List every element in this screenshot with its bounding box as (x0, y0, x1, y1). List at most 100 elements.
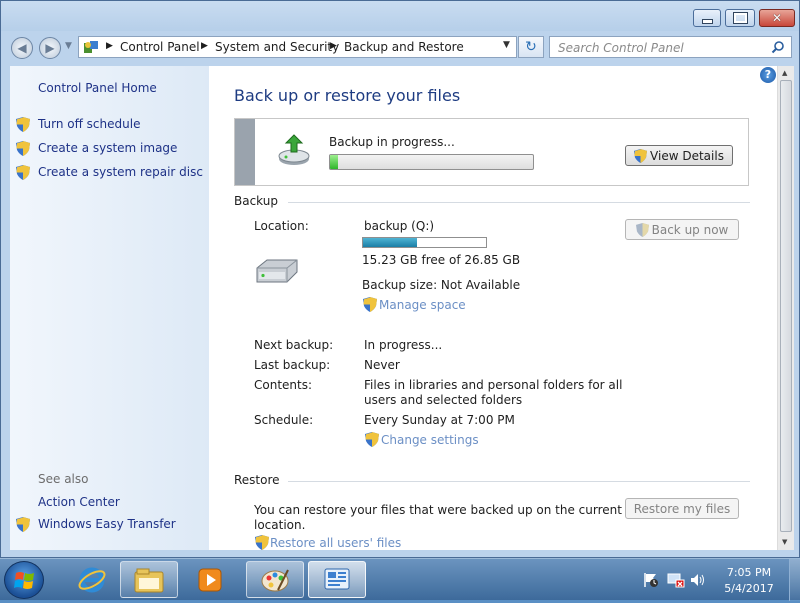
clock-time[interactable]: 7:05 PM (714, 566, 784, 579)
sidebar-item-windows-easy-transfer[interactable]: Windows Easy Transfer (38, 517, 176, 531)
back-button[interactable]: ◀ (11, 37, 33, 59)
restore-all-users-files-link[interactable]: Restore all users' files (270, 536, 401, 550)
maximize-button[interactable] (725, 9, 755, 27)
address-bar[interactable]: ▶ Control Panel ▶ System and Security ▶ … (78, 36, 517, 58)
sidebar: Control Panel Home Turn off schedule Cre… (10, 66, 209, 550)
minimize-button[interactable] (693, 9, 721, 27)
minimize-icon (701, 18, 713, 24)
backup-progress-fill (330, 155, 339, 169)
back-up-now-label: Back up now (651, 222, 729, 237)
backup-progress-panel: Backup in progress... View Details (234, 118, 749, 186)
scroll-down-arrow-icon[interactable]: ▼ (782, 538, 787, 546)
location-value: backup (Q:) (364, 219, 435, 233)
schedule-label: Schedule: (254, 413, 314, 427)
main-content: ? Back up or restore your files Backup i… (209, 66, 777, 550)
backup-drive-icon (278, 134, 310, 165)
backup-section-heading: Backup (234, 194, 278, 208)
view-details-button[interactable]: View Details (625, 145, 733, 166)
backup-status-text: Backup in progress... (329, 135, 455, 149)
windows-logo-icon (14, 572, 34, 589)
forward-arrow-icon: ▶ (45, 41, 55, 55)
recent-pages-chevron-down-icon[interactable]: ▼ (65, 41, 72, 51)
restore-section-heading: Restore (234, 473, 280, 487)
maximize-icon (732, 12, 748, 24)
restore-text-line2: location. (254, 518, 306, 532)
last-backup-value: Never (364, 358, 400, 372)
breadcrumb-backup-and-restore[interactable]: Backup and Restore (344, 40, 464, 54)
manage-space-link[interactable]: Manage space (379, 298, 466, 312)
network-icon[interactable] (667, 572, 685, 588)
breadcrumb-arrow-icon[interactable]: ▶ (201, 41, 208, 51)
taskbar-control-panel[interactable] (308, 561, 366, 598)
control-panel-icon (324, 568, 350, 589)
windows-explorer-icon (134, 568, 164, 592)
next-backup-value: In progress... (364, 338, 443, 352)
volume-icon[interactable] (690, 572, 706, 588)
breadcrumb-arrow-icon[interactable]: ▶ (330, 41, 337, 51)
next-backup-label: Next backup: (254, 338, 334, 352)
shield-icon (16, 117, 30, 132)
search-icon[interactable] (771, 40, 785, 54)
show-desktop-button[interactable] (789, 559, 800, 601)
sidebar-item-action-center[interactable]: Action Center (38, 495, 120, 509)
refresh-button[interactable]: ↻ (518, 36, 544, 58)
drive-usage-fill (363, 238, 418, 247)
scrollbar-thumb[interactable] (780, 80, 792, 532)
drive-usage-bar (362, 237, 487, 248)
action-center-flag-icon[interactable] (643, 572, 659, 588)
search-box (549, 36, 792, 59)
refresh-icon: ↻ (525, 39, 537, 55)
restore-my-files-button[interactable]: Restore my files (625, 498, 739, 519)
last-backup-label: Last backup: (254, 358, 331, 372)
start-button[interactable] (4, 561, 44, 599)
close-button[interactable]: ✕ (759, 9, 795, 27)
address-dropdown-chevron-down-icon[interactable]: ▼ (503, 40, 510, 50)
shield-icon (634, 148, 648, 163)
scroll-up-arrow-icon[interactable]: ▲ (782, 69, 787, 77)
schedule-value: Every Sunday at 7:00 PM (364, 413, 515, 427)
hard-drive-icon (256, 259, 298, 283)
shield-icon (16, 165, 30, 180)
taskbar (0, 558, 800, 601)
taskbar-paint[interactable] (246, 561, 304, 598)
sidebar-item-create-system-image[interactable]: Create a system image (38, 141, 177, 155)
shield-icon (363, 297, 377, 312)
change-settings-link[interactable]: Change settings (381, 433, 479, 447)
search-input[interactable] (550, 37, 775, 59)
control-panel-window: ✕ ◀ ▶ ▼ ▶ Control Panel ▶ System and Sec… (0, 0, 800, 558)
panel-stripe (235, 119, 255, 185)
shield-icon (635, 222, 649, 237)
paint-icon (261, 569, 289, 591)
breadcrumb-control-panel[interactable]: Control Panel (120, 40, 200, 54)
help-icon[interactable]: ? (760, 67, 776, 83)
restore-my-files-label: Restore my files (633, 501, 731, 516)
title-bar[interactable]: ✕ (1, 1, 799, 31)
section-divider (288, 202, 750, 203)
internet-explorer-icon (78, 567, 106, 592)
back-up-now-button[interactable]: Back up now (625, 219, 739, 240)
location-label: Location: (254, 219, 309, 233)
sidebar-item-create-repair-disc[interactable]: Create a system repair disc (38, 165, 203, 179)
taskbar-windows-explorer[interactable] (120, 561, 178, 598)
view-details-label: View Details (650, 148, 724, 163)
sidebar-item-control-panel-home[interactable]: Control Panel Home (38, 81, 157, 95)
see-also-heading: See also (38, 472, 89, 486)
page-title: Back up or restore your files (234, 86, 461, 105)
clock-date[interactable]: 5/4/2017 (714, 582, 784, 595)
taskbar-media-player[interactable] (181, 561, 239, 598)
control-panel-icon (84, 41, 98, 53)
breadcrumb-arrow-icon[interactable]: ▶ (106, 41, 113, 51)
shield-icon (255, 535, 269, 550)
contents-value-line2: users and selected folders (364, 393, 523, 407)
breadcrumb-system-and-security[interactable]: System and Security (215, 40, 339, 54)
sidebar-item-turn-off-schedule[interactable]: Turn off schedule (38, 117, 140, 131)
shield-icon (16, 141, 30, 156)
backup-size-text: Backup size: Not Available (362, 278, 521, 292)
vertical-scrollbar[interactable]: ▲ ▼ (777, 66, 794, 550)
shield-icon (16, 517, 30, 532)
taskbar-internet-explorer[interactable] (63, 561, 121, 598)
restore-text-line1: You can restore your files that were bac… (254, 503, 622, 517)
media-player-icon (198, 568, 222, 591)
forward-button[interactable]: ▶ (39, 37, 61, 59)
free-space-text: 15.23 GB free of 26.85 GB (362, 253, 521, 267)
